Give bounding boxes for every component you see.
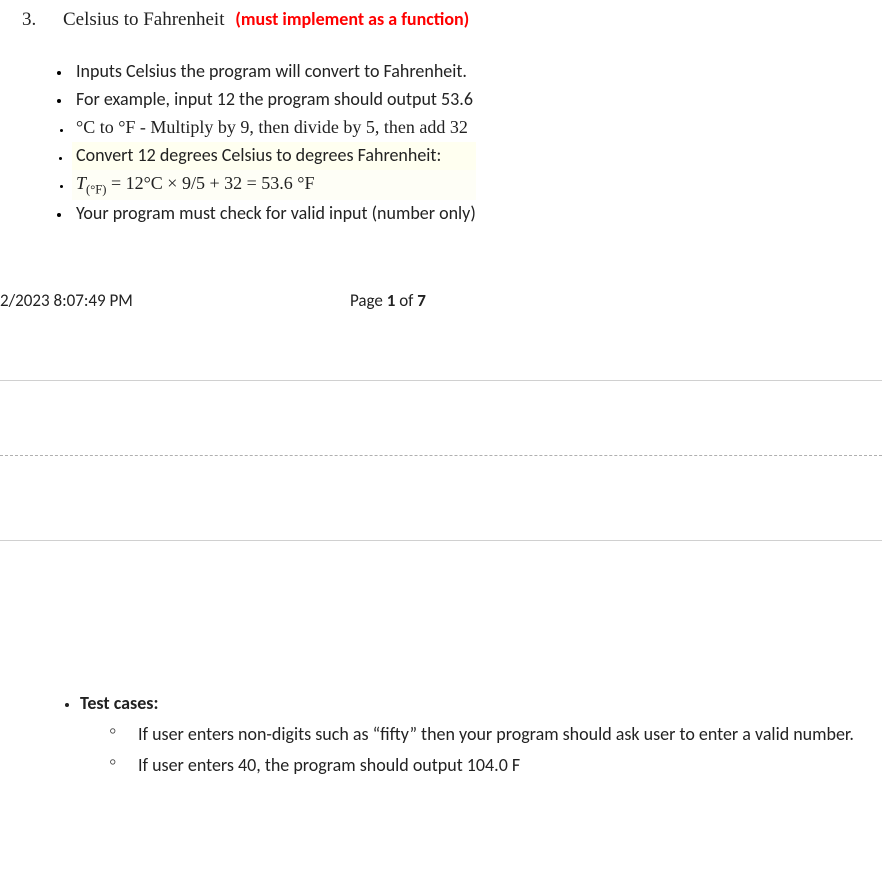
test-cases-section: Test cases: If user enters non-digits su… [50,690,870,783]
req-item: Convert 12 degrees Celsius to degrees Fa… [72,142,476,170]
problem-number: 3. [22,9,36,30]
page-label-pre: Page [350,290,387,311]
test-cases-label: Test cases: [80,692,158,714]
problem-note: (must implement as a function) [235,8,469,30]
formula-rest: = 12°C × 9/5 + 32 = 53.6 °F [106,173,314,193]
test-case-text: If user enters 40, the program should ou… [138,754,520,776]
page-label-mid: of [395,290,417,311]
requirements-list: Inputs Celsius the program will convert … [32,58,476,228]
page-divider-bottom [0,540,882,541]
test-cases-header-item: Test cases: If user enters non-digits su… [80,690,870,779]
test-case-text: If user enters non-digits such as “fifty… [138,723,854,745]
test-cases-list: If user enters non-digits such as “fifty… [80,721,870,779]
page-divider-top [0,380,882,381]
req-text: Inputs Celsius the program will convert … [76,60,467,82]
test-case-item: If user enters non-digits such as “fifty… [110,721,870,748]
footer-page-indicator: Page 1 of 7 [350,290,426,311]
document-page: 3. Celsius to Fahrenheit (must implement… [0,0,882,878]
req-text: For example, input 12 the program should… [76,88,473,110]
formula-sub: (°F) [86,182,106,196]
req-text: °C to °F - Multiply by 9, then divide by… [76,117,468,137]
problem-heading: 3. Celsius to Fahrenheit (must implement… [22,8,469,31]
req-item: For example, input 12 the program should… [72,86,476,114]
problem-title: Celsius to Fahrenheit [63,9,224,30]
footer-timestamp: 2/2023 8:07:49 PM [0,290,133,311]
req-item: °C to °F - Multiply by 9, then divide by… [72,114,476,142]
formula-T: T [76,173,86,193]
req-item: Your program must check for valid input … [72,200,476,228]
req-text: Convert 12 degrees Celsius to degrees Fa… [76,144,441,166]
req-item: Inputs Celsius the program will convert … [72,58,476,86]
req-item-formula: T(°F) = 12°C × 9/5 + 32 = 53.6 °F [72,170,476,200]
page-divider-dashed [0,455,882,456]
page-total: 7 [417,290,426,311]
test-case-item: If user enters 40, the program should ou… [110,752,870,779]
req-text: Your program must check for valid input … [76,202,476,224]
